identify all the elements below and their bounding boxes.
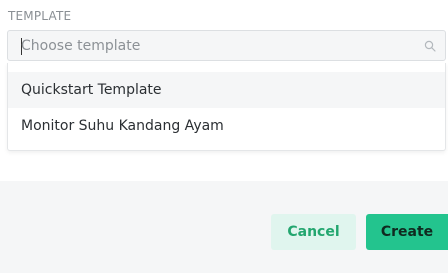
template-dropdown-list: Quickstart Template Monitor Suhu Kandang… (7, 63, 446, 151)
create-device-dialog: TEMPLATE Quickstart Template Monitor Suh… (0, 0, 448, 273)
create-button[interactable]: Create (366, 214, 448, 250)
search-icon (424, 40, 436, 52)
template-search-box[interactable] (7, 30, 446, 61)
template-option-quickstart[interactable]: Quickstart Template (8, 72, 445, 108)
template-option-monitor-suhu[interactable]: Monitor Suhu Kandang Ayam (8, 108, 445, 144)
template-section-label: TEMPLATE (8, 9, 72, 23)
cancel-button[interactable]: Cancel (271, 214, 356, 250)
template-search-input[interactable] (21, 36, 411, 56)
